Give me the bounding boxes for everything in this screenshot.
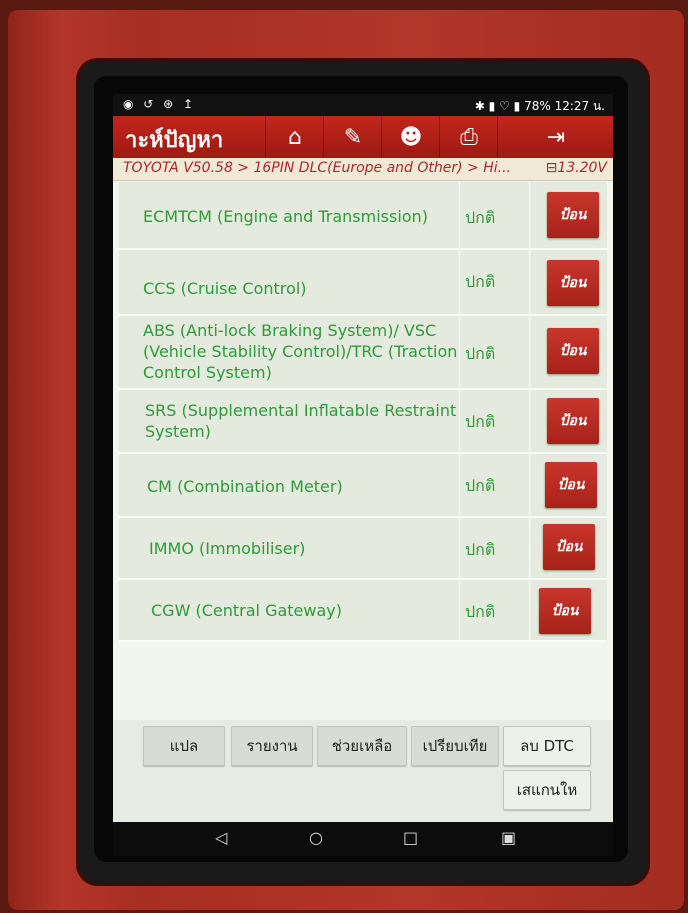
translate-button[interactable]: แปล (143, 726, 225, 766)
system-name: CM (Combination Meter) (147, 477, 343, 496)
rescan-button[interactable]: เสแกนให (503, 770, 591, 810)
enter-button[interactable]: ป้อน (539, 588, 591, 634)
compare-button[interactable]: เปรียบเทีย (411, 726, 499, 766)
bottom-toolbar: แปล รายงาน ช่วยเหลือ เปรียบเทีย ลบ DTC เ… (113, 720, 613, 822)
home-nav-icon[interactable]: ○ (309, 828, 323, 847)
system-row: ABS (Anti-lock Braking System)/ VSC (Veh… (119, 316, 607, 390)
back-icon[interactable]: ◁ (215, 828, 227, 847)
screen: ◉ ↺ ⊛ ↥ ✱ ▮ ♡ ▮ 78% 12:27 น. าะห์ปัญหา ⌂… (113, 94, 613, 856)
home-icon[interactable]: ⌂ (265, 116, 324, 158)
enter-button[interactable]: ป้อน (547, 398, 599, 444)
system-name: CCS (Cruise Control) (143, 279, 307, 298)
system-name: CGW (Central Gateway) (151, 601, 342, 620)
status-bar: ◉ ↺ ⊛ ↥ ✱ ▮ ♡ ▮ 78% 12:27 น. (113, 94, 613, 116)
system-status: ปกติ (465, 540, 496, 559)
navigation-bar: ◁ ○ □ ▣ (113, 822, 613, 856)
breadcrumb: TOYOTA V50.58 > 16PIN DLC(Europe and Oth… (113, 158, 613, 181)
clear-dtc-button[interactable]: ลบ DTC (503, 726, 591, 766)
enter-button[interactable]: ป้อน (543, 524, 595, 570)
report-button[interactable]: รายงาน (231, 726, 313, 766)
system-name: ECMTCM (Engine and Transmission) (143, 207, 428, 226)
breadcrumb-path: TOYOTA V50.58 > 16PIN DLC(Europe and Oth… (123, 160, 511, 176)
screenshot-icon[interactable]: ▣ (501, 828, 516, 847)
page-title: าะห์ปัญหา (125, 128, 224, 153)
enter-button[interactable]: ป้อน (547, 328, 599, 374)
enter-button[interactable]: ป้อน (545, 462, 597, 508)
edit-icon[interactable]: ✎ (323, 116, 382, 158)
system-row: ECMTCM (Engine and Transmission) ปกติ ป้… (119, 182, 607, 250)
system-row: CM (Combination Meter) ปกติ ป้อน (119, 454, 607, 518)
system-status: ปกติ (465, 412, 496, 431)
status-indicators: ✱ ▮ ♡ ▮ 78% 12:27 น. (474, 99, 605, 113)
system-name: IMMO (Immobiliser) (149, 539, 306, 558)
system-status: ปกติ (465, 272, 496, 291)
system-row: SRS (Supplemental Inflatable Restraint S… (119, 390, 607, 454)
system-row: CGW (Central Gateway) ปกติ ป้อน (119, 580, 607, 642)
system-row: IMMO (Immobiliser) ปกติ ป้อน (119, 518, 607, 580)
system-name: ABS (Anti-lock Braking System)/ VSC (Veh… (143, 321, 458, 382)
profile-icon[interactable]: ☻ (381, 116, 440, 158)
enter-button[interactable]: ป้อน (547, 260, 599, 306)
system-row: CCS (Cruise Control) ปกติ ป้อน (119, 250, 607, 316)
help-button[interactable]: ช่วยเหลือ (317, 726, 407, 766)
system-status: ปกติ (465, 476, 496, 495)
print-icon[interactable]: ⎙ (439, 116, 498, 158)
system-status: ปกติ (465, 602, 496, 621)
title-bar: าะห์ปัญหา ⌂ ✎ ☻ ⎙ ⇥ (113, 116, 613, 158)
battery-voltage: ⊟13.20V (545, 160, 607, 176)
system-name: SRS (Supplemental Inflatable Restraint S… (145, 401, 457, 441)
enter-button[interactable]: ป้อน (547, 192, 599, 238)
system-status: ปกติ (465, 344, 496, 363)
system-status: ปกติ (465, 208, 496, 227)
recent-apps-icon[interactable]: □ (403, 828, 418, 847)
notification-icons: ◉ ↺ ⊛ ↥ (123, 97, 197, 111)
exit-icon[interactable]: ⇥ (497, 116, 613, 158)
